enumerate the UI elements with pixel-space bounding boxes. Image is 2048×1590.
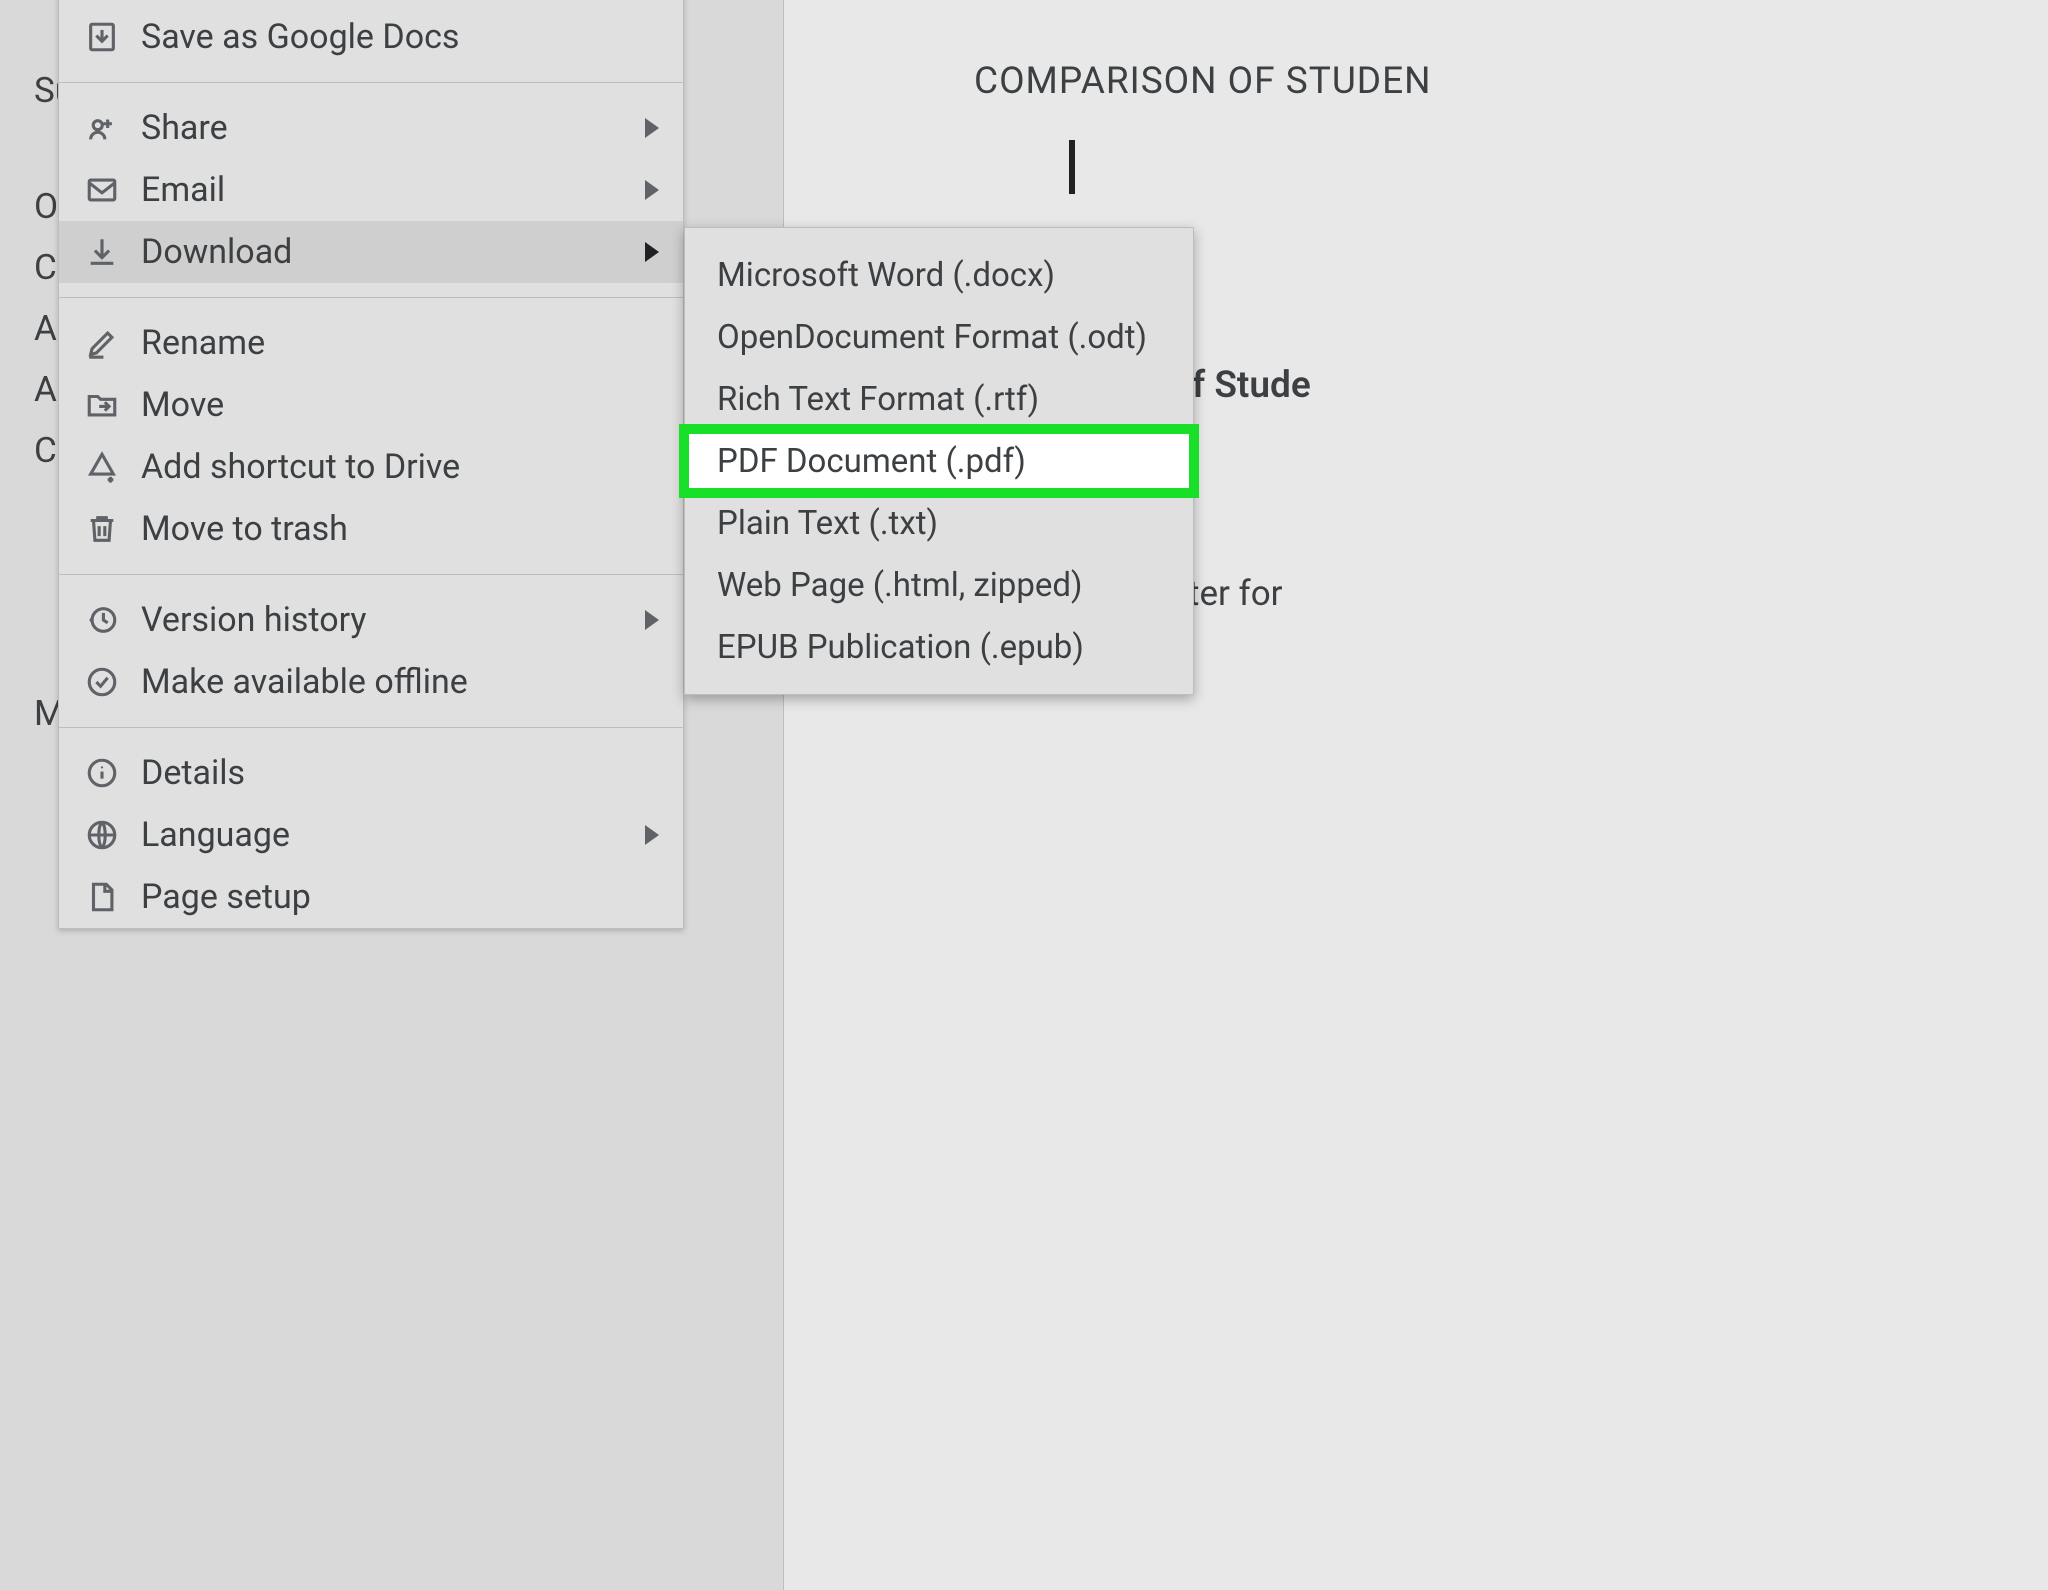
details-item[interactable]: Details (59, 742, 683, 804)
trash-icon (85, 512, 119, 546)
download-rtf-item[interactable]: Rich Text Format (.rtf) (685, 368, 1193, 430)
rename-icon (85, 326, 119, 360)
doc-title: COMPARISON OF STUDEN (974, 60, 1432, 103)
move-item[interactable]: Move (59, 374, 683, 436)
move-folder-icon (85, 388, 119, 422)
download-txt-item[interactable]: Plain Text (.txt) (685, 492, 1193, 554)
download-docx-item[interactable]: Microsoft Word (.docx) (685, 244, 1193, 306)
download-epub-item[interactable]: EPUB Publication (.epub) (685, 616, 1193, 678)
add-shortcut-item[interactable]: Add shortcut to Drive (59, 436, 683, 498)
share-icon (85, 111, 119, 145)
language-item[interactable]: Language (59, 804, 683, 866)
text-cursor (1069, 140, 1075, 194)
menu-label: Make available offline (141, 662, 468, 702)
page-setup-item[interactable]: Page setup (59, 866, 683, 928)
doc-text-fragment: f Stude (1192, 364, 1311, 407)
menu-label: Details (141, 753, 245, 793)
download-item[interactable]: Download (59, 221, 683, 283)
history-icon (85, 603, 119, 637)
offline-check-icon (85, 665, 119, 699)
divider (59, 727, 683, 728)
submenu-arrow-icon (645, 118, 659, 138)
share-item[interactable]: Share (59, 97, 683, 159)
download-submenu: Microsoft Word (.docx) OpenDocument Form… (684, 227, 1194, 695)
file-menu: Save as Google Docs Share Email Download… (58, 0, 684, 929)
email-item[interactable]: Email (59, 159, 683, 221)
download-html-item[interactable]: Web Page (.html, zipped) (685, 554, 1193, 616)
menu-label: Move (141, 385, 224, 425)
menu-label: Language (141, 815, 290, 855)
version-history-item[interactable]: Version history (59, 589, 683, 651)
menu-label: Version history (141, 600, 367, 640)
download-odt-item[interactable]: OpenDocument Format (.odt) (685, 306, 1193, 368)
menu-label: Share (141, 108, 228, 148)
move-to-trash-item[interactable]: Move to trash (59, 498, 683, 560)
page-icon (85, 880, 119, 914)
menu-label: Email (141, 170, 225, 210)
submenu-arrow-icon (645, 180, 659, 200)
menu-label: Add shortcut to Drive (141, 447, 460, 487)
doc-text-fragment: ter for (1188, 573, 1283, 614)
submenu-arrow-icon (645, 825, 659, 845)
divider (59, 82, 683, 83)
menu-label: Move to trash (141, 509, 348, 549)
globe-icon (85, 818, 119, 852)
available-offline-item[interactable]: Make available offline (59, 651, 683, 713)
divider (59, 574, 683, 575)
download-icon (85, 235, 119, 269)
divider (59, 297, 683, 298)
info-icon (85, 756, 119, 790)
rename-item[interactable]: Rename (59, 312, 683, 374)
menu-label: Page setup (141, 877, 311, 917)
drive-shortcut-icon (85, 450, 119, 484)
menu-label: Save as Google Docs (141, 17, 459, 57)
menu-label: Download (141, 232, 292, 272)
email-icon (85, 173, 119, 207)
download-pdf-item[interactable]: PDF Document (.pdf) (685, 430, 1193, 492)
save-docs-icon (85, 20, 119, 54)
save-as-google-docs-item[interactable]: Save as Google Docs (59, 6, 683, 68)
submenu-arrow-icon (645, 242, 659, 262)
submenu-arrow-icon (645, 610, 659, 630)
menu-label: Rename (141, 323, 265, 363)
